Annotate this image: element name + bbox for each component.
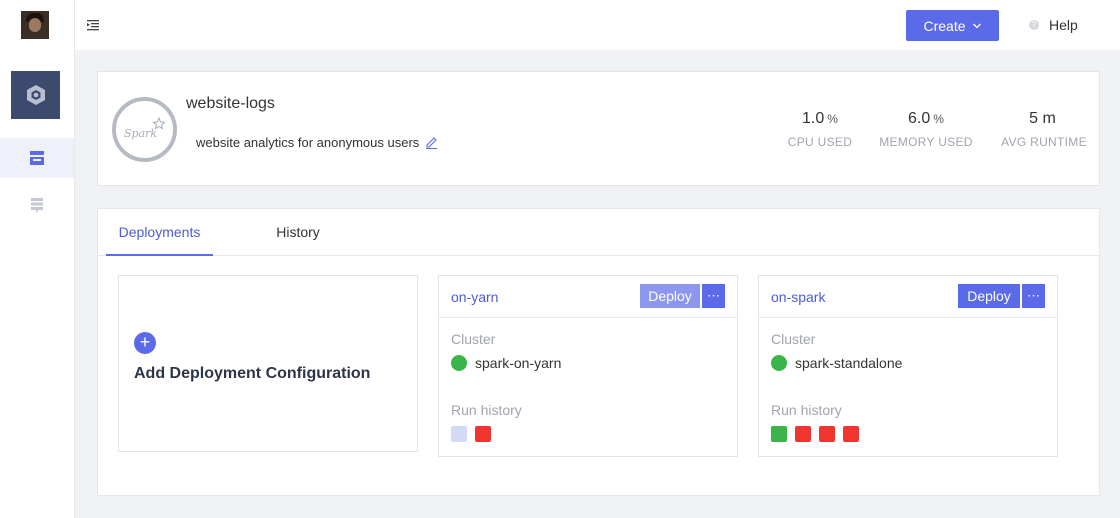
avatar[interactable] — [21, 11, 49, 39]
spark-logo-text: Spark — [124, 127, 157, 140]
run-status-failed[interactable] — [795, 426, 811, 442]
deployment-card-on-yarn: on-yarn Deploy ⋯ Cluster spark-on-yarn R… — [438, 275, 738, 457]
stat-runtime: 5 m AVG RUNTIME — [1000, 110, 1088, 149]
stat-memory: 6.0% MEMORY USED — [878, 110, 974, 149]
run-history — [451, 426, 491, 442]
stat-memory-value: 6.0 — [908, 110, 931, 127]
stat-memory-unit: % — [933, 112, 944, 126]
server-stack-icon — [31, 198, 43, 212]
sidebar-item-applications[interactable] — [0, 138, 74, 178]
tab-deployments[interactable]: Deployments — [106, 209, 213, 256]
application-header: Spark website-logs website analytics for… — [97, 71, 1100, 186]
tab-history[interactable]: History — [266, 209, 330, 255]
tab-bar: Deployments History — [98, 209, 1099, 256]
add-deployment-card[interactable]: + Add Deployment Configuration — [118, 275, 418, 452]
stat-cpu-value: 1.0 — [802, 110, 825, 127]
run-status-succeeded[interactable] — [771, 426, 787, 442]
avatar-face — [29, 18, 41, 32]
run-status-pending[interactable] — [451, 426, 467, 442]
run-history-label: Run history — [451, 402, 522, 418]
app-logo-tile[interactable] — [11, 71, 60, 119]
run-status-failed[interactable] — [819, 426, 835, 442]
cluster-info: spark-on-yarn — [451, 355, 561, 371]
sidebar — [0, 0, 75, 518]
more-options-icon[interactable]: ⋯ — [702, 284, 725, 308]
top-bar: Create ? Help — [75, 0, 1120, 50]
help-label: Help — [1049, 17, 1078, 33]
stat-runtime-value: 5 m — [1029, 110, 1056, 127]
deploy-button[interactable]: Deploy — [640, 284, 700, 308]
stat-runtime-label: AVG RUNTIME — [1001, 135, 1087, 149]
application-description-text: website analytics for anonymous users — [196, 135, 420, 150]
application-description: website analytics for anonymous users — [196, 135, 438, 150]
deployments-panel: Deployments History + Add Deployment Con… — [97, 208, 1100, 496]
deploy-button[interactable]: Deploy — [958, 284, 1020, 308]
stat-memory-label: MEMORY USED — [879, 135, 973, 149]
stat-cpu: 1.0% CPU USED — [786, 110, 854, 149]
run-status-failed[interactable] — [843, 426, 859, 442]
create-button-label: Create — [923, 17, 966, 34]
cluster-label: Cluster — [451, 331, 496, 347]
add-deployment-label: Add Deployment Configuration — [134, 365, 371, 382]
cluster-name[interactable]: spark-standalone — [795, 355, 902, 371]
plus-icon: + — [134, 332, 156, 354]
stat-cpu-label: CPU USED — [787, 135, 853, 149]
inbox-icon — [30, 151, 44, 165]
deployment-card-on-spark: on-spark Deploy ⋯ Cluster spark-standalo… — [758, 275, 1058, 457]
deployment-name[interactable]: on-spark — [771, 289, 825, 305]
chevron-down-icon — [972, 23, 981, 28]
stat-cpu-unit: % — [827, 112, 838, 126]
pencil-edit-icon[interactable] — [425, 136, 438, 149]
run-history-label: Run history — [771, 402, 842, 418]
run-status-failed[interactable] — [475, 426, 491, 442]
hexagon-logo-icon — [26, 85, 45, 105]
run-history — [771, 426, 859, 442]
spark-logo-icon: Spark — [112, 97, 177, 162]
cluster-status-icon — [451, 355, 467, 371]
create-button[interactable]: Create — [906, 10, 999, 41]
sidebar-item-clusters[interactable] — [0, 185, 74, 225]
deployment-card-header: on-spark Deploy ⋯ — [759, 276, 1057, 318]
cluster-info: spark-standalone — [771, 355, 902, 371]
menu-collapse-icon[interactable] — [85, 17, 101, 33]
deployment-card-header: on-yarn Deploy ⋯ — [439, 276, 737, 318]
more-options-icon[interactable]: ⋯ — [1022, 284, 1045, 308]
help-link[interactable]: ? Help — [1029, 16, 1078, 34]
cluster-name[interactable]: spark-on-yarn — [475, 355, 561, 371]
deployment-name[interactable]: on-yarn — [451, 289, 498, 305]
application-name: website-logs — [186, 95, 275, 112]
help-icon: ? — [1029, 20, 1039, 30]
cluster-label: Cluster — [771, 331, 816, 347]
cluster-status-icon — [771, 355, 787, 371]
